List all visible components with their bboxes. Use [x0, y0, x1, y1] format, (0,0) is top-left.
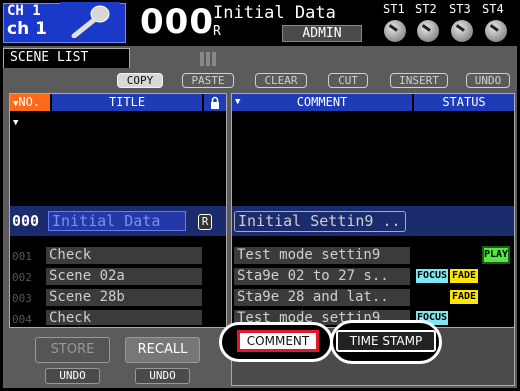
scene-number: 004	[12, 313, 32, 326]
fade-status-badge: FADE	[450, 269, 478, 283]
copy-button[interactable]: COPY	[117, 73, 163, 88]
scene-comment[interactable]: Sta9e 28 and lat..	[234, 289, 410, 306]
scene-number: 001	[12, 250, 32, 263]
fade-status-badge: FADE	[450, 290, 478, 304]
tab-strip-icon	[200, 52, 216, 66]
selected-scene-title[interactable]: Initial Data	[48, 211, 186, 231]
read-only-indicator: R	[213, 24, 221, 39]
st4-label: ST4	[482, 2, 504, 16]
scene-comment-list[interactable]: ▼ COMMENT STATUS Initial Settin9 .. Test …	[231, 93, 515, 328]
number-column-header[interactable]: ▼NO. ▼	[10, 94, 50, 128]
recall-undo-button[interactable]: UNDO	[135, 368, 190, 384]
undo-button[interactable]: UNDO	[466, 73, 510, 88]
lock-icon[interactable]	[204, 94, 226, 111]
status-column-header[interactable]: STATUS	[414, 94, 514, 111]
scene-comment[interactable]: Sta9e 02 to 27 s..	[234, 268, 410, 285]
st2-knob-icon[interactable]	[417, 20, 439, 42]
st2-label: ST2	[415, 2, 437, 16]
tab-scene-list[interactable]: SCENE LIST	[3, 48, 130, 68]
play-status-badge: PLAY	[482, 246, 510, 264]
recall-button[interactable]: RECALL	[125, 337, 200, 363]
read-only-badge[interactable]: R	[198, 214, 212, 230]
selected-scene-row[interactable]: 000 Initial Data R	[10, 206, 226, 236]
scene-title[interactable]: Check	[46, 247, 202, 264]
focus-status-badge: FOCUS	[416, 269, 448, 283]
channel-name: ch 1	[7, 19, 47, 39]
st1-knob-icon[interactable]	[384, 20, 406, 42]
selected-comment-row[interactable]: Initial Settin9 ..	[232, 206, 514, 236]
st4-knob-icon[interactable]	[485, 20, 507, 42]
comment-column-header[interactable]: ▼ COMMENT	[232, 94, 412, 111]
scene-title[interactable]: Scene 28b	[46, 289, 202, 306]
title-column-header[interactable]: TITLE	[52, 94, 202, 111]
store-undo-button[interactable]: UNDO	[45, 368, 100, 384]
time-stamp-view-button[interactable]: TIME STAMP	[336, 330, 436, 352]
selected-scene-comment[interactable]: Initial Settin9 ..	[234, 211, 406, 232]
cut-button[interactable]: CUT	[328, 73, 368, 88]
clear-button[interactable]: CLEAR	[255, 73, 307, 88]
selected-scene-number: 000	[12, 212, 40, 230]
store-button[interactable]: STORE	[35, 337, 110, 363]
current-scene-number: 000	[140, 2, 214, 42]
scene-number: 003	[12, 292, 32, 305]
microphone-icon	[60, 2, 120, 38]
insert-button[interactable]: INSERT	[390, 73, 448, 88]
sort-menu-icon: ▼	[13, 118, 19, 128]
paste-button[interactable]: PASTE	[182, 73, 234, 88]
scene-title[interactable]: Scene 02a	[46, 268, 202, 285]
st3-label: ST3	[449, 2, 471, 16]
current-scene-title: Initial Data	[213, 3, 336, 23]
st1-label: ST1	[383, 2, 405, 16]
scene-number: 002	[12, 271, 32, 284]
comment-view-button[interactable]: COMMENT	[237, 330, 319, 352]
scene-title[interactable]: Check	[46, 310, 202, 326]
scene-comment[interactable]: Test mode settin9	[234, 247, 410, 264]
channel-number: CH 1	[7, 3, 41, 19]
sort-menu-icon: ▼	[235, 97, 241, 107]
user-name[interactable]: ADMIN	[282, 25, 362, 42]
scene-title-list[interactable]: ▼NO. ▼ TITLE 000 Initial Data R 001 Chec…	[9, 93, 227, 328]
st3-knob-icon[interactable]	[451, 20, 473, 42]
